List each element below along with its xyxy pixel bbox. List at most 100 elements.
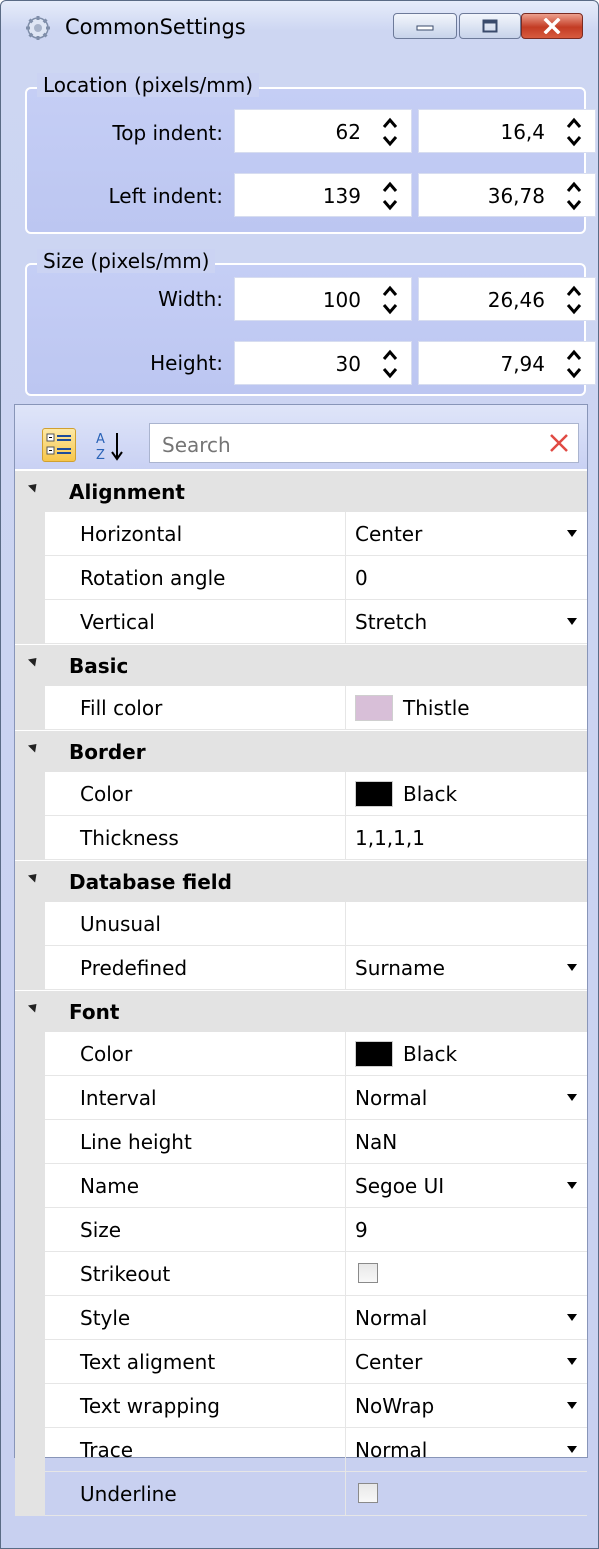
- top-indent-mm-input[interactable]: 16,4: [418, 109, 596, 153]
- category-font[interactable]: Font: [15, 990, 587, 1032]
- property-row[interactable]: Color Black: [15, 1032, 587, 1076]
- width-mm-input[interactable]: 26,46: [418, 277, 596, 321]
- column-divider[interactable]: [345, 1208, 346, 1252]
- spin-arrows-icon[interactable]: [565, 284, 583, 316]
- property-row[interactable]: Text aligment Center: [15, 1340, 587, 1384]
- column-divider[interactable]: [345, 556, 346, 600]
- property-row[interactable]: Fill color Thistle: [15, 686, 587, 730]
- expand-collapse-icon[interactable]: [27, 870, 41, 883]
- property-value[interactable]: Thistle: [403, 696, 470, 720]
- expand-collapse-icon[interactable]: [27, 740, 41, 753]
- property-value[interactable]: 0: [355, 566, 368, 590]
- property-row[interactable]: Unusual: [15, 902, 587, 946]
- property-row[interactable]: Line height NaN: [15, 1120, 587, 1164]
- title-bar[interactable]: CommonSettings: [1, 1, 598, 53]
- categorized-view-button[interactable]: [42, 428, 76, 462]
- property-row[interactable]: Size 9: [15, 1208, 587, 1252]
- property-value[interactable]: 1,1,1,1: [355, 826, 425, 850]
- dropdown-arrow-icon[interactable]: [567, 1402, 577, 1409]
- column-divider[interactable]: [345, 686, 346, 730]
- spin-arrows-icon[interactable]: [565, 116, 583, 148]
- property-row[interactable]: Name Segoe UI: [15, 1164, 587, 1208]
- column-divider[interactable]: [345, 1252, 346, 1296]
- category-border[interactable]: Border: [15, 730, 587, 772]
- property-value[interactable]: NoWrap: [355, 1394, 434, 1418]
- column-divider[interactable]: [345, 1428, 346, 1472]
- property-row[interactable]: Horizontal Center: [15, 512, 587, 556]
- dropdown-arrow-icon[interactable]: [567, 964, 577, 971]
- dropdown-arrow-icon[interactable]: [567, 530, 577, 537]
- minimize-button[interactable]: [393, 13, 457, 39]
- category-database-field[interactable]: Database field: [15, 860, 587, 902]
- search-input[interactable]: [160, 432, 524, 458]
- property-value[interactable]: Normal: [355, 1086, 427, 1110]
- property-value[interactable]: Normal: [355, 1306, 427, 1330]
- top-indent-pixels-input[interactable]: 62: [234, 109, 412, 153]
- property-value[interactable]: Normal: [355, 1438, 427, 1462]
- spin-arrows-icon[interactable]: [565, 180, 583, 212]
- property-value[interactable]: NaN: [355, 1130, 397, 1154]
- dropdown-arrow-icon[interactable]: [567, 1182, 577, 1189]
- category-alignment[interactable]: Alignment: [15, 470, 587, 512]
- spin-arrows-icon[interactable]: [565, 348, 583, 380]
- dropdown-arrow-icon[interactable]: [567, 618, 577, 625]
- property-checkbox[interactable]: [358, 1483, 378, 1503]
- property-checkbox[interactable]: [358, 1263, 378, 1283]
- property-row[interactable]: Trace Normal: [15, 1428, 587, 1472]
- column-divider[interactable]: [345, 1120, 346, 1164]
- column-divider[interactable]: [345, 1296, 346, 1340]
- column-divider[interactable]: [345, 600, 346, 644]
- close-button[interactable]: [521, 13, 583, 39]
- spin-arrows-icon[interactable]: [381, 348, 399, 380]
- left-indent-mm-input[interactable]: 36,78: [418, 173, 596, 217]
- left-indent-pixels-input[interactable]: 139: [234, 173, 412, 217]
- property-row[interactable]: Style Normal: [15, 1296, 587, 1340]
- dropdown-arrow-icon[interactable]: [567, 1314, 577, 1321]
- property-value[interactable]: Surname: [355, 956, 445, 980]
- color-swatch[interactable]: [355, 781, 393, 807]
- column-divider[interactable]: [345, 1164, 346, 1208]
- property-value[interactable]: 9: [355, 1218, 368, 1242]
- sort-alphabetical-button[interactable]: A Z: [94, 429, 134, 463]
- height-mm-input[interactable]: 7,94: [418, 341, 596, 385]
- property-row[interactable]: Thickness 1,1,1,1: [15, 816, 587, 860]
- clear-search-icon[interactable]: [548, 432, 570, 454]
- expand-collapse-icon[interactable]: [27, 480, 41, 493]
- property-row[interactable]: Strikeout: [15, 1252, 587, 1296]
- category-basic[interactable]: Basic: [15, 644, 587, 686]
- property-value[interactable]: Segoe UI: [355, 1174, 444, 1198]
- dropdown-arrow-icon[interactable]: [567, 1446, 577, 1453]
- property-value[interactable]: Black: [403, 782, 457, 806]
- dropdown-arrow-icon[interactable]: [567, 1358, 577, 1365]
- property-row[interactable]: Predefined Surname: [15, 946, 587, 990]
- height-pixels-input[interactable]: 30: [234, 341, 412, 385]
- property-row[interactable]: Interval Normal: [15, 1076, 587, 1120]
- column-divider[interactable]: [345, 512, 346, 556]
- spin-arrows-icon[interactable]: [381, 180, 399, 212]
- property-row[interactable]: Underline: [15, 1472, 587, 1516]
- column-divider[interactable]: [345, 1384, 346, 1428]
- spin-arrows-icon[interactable]: [381, 116, 399, 148]
- column-divider[interactable]: [345, 1076, 346, 1120]
- spin-arrows-icon[interactable]: [381, 284, 399, 316]
- column-divider[interactable]: [345, 1472, 346, 1516]
- property-value[interactable]: Black: [403, 1042, 457, 1066]
- column-divider[interactable]: [345, 1032, 346, 1076]
- color-swatch[interactable]: [355, 1041, 393, 1067]
- property-row[interactable]: Vertical Stretch: [15, 600, 587, 644]
- color-swatch[interactable]: [355, 695, 393, 721]
- search-box[interactable]: [149, 423, 579, 463]
- column-divider[interactable]: [345, 816, 346, 860]
- property-row[interactable]: Rotation angle 0: [15, 556, 587, 600]
- maximize-button[interactable]: [459, 13, 521, 39]
- width-pixels-input[interactable]: 100: [234, 277, 412, 321]
- expand-collapse-icon[interactable]: [27, 1000, 41, 1013]
- column-divider[interactable]: [345, 1340, 346, 1384]
- property-row[interactable]: Color Black: [15, 772, 587, 816]
- column-divider[interactable]: [345, 946, 346, 990]
- property-value[interactable]: Center: [355, 522, 422, 546]
- column-divider[interactable]: [345, 772, 346, 816]
- column-divider[interactable]: [345, 902, 346, 946]
- expand-collapse-icon[interactable]: [27, 654, 41, 667]
- property-value[interactable]: Center: [355, 1350, 422, 1374]
